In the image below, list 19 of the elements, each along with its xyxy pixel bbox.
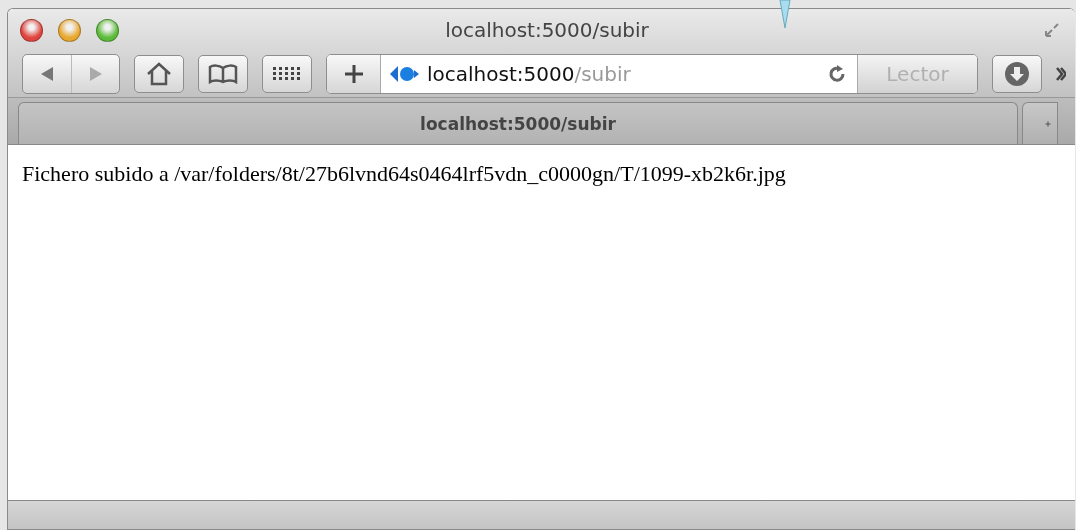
browser-tab[interactable]: localhost:5000/subir [18,102,1018,144]
grid-icon [273,67,301,81]
pointer-icon [779,0,791,29]
back-icon [40,66,54,82]
overflow-icon [1056,66,1066,82]
minimize-button[interactable] [58,18,81,42]
close-button[interactable] [20,18,43,42]
home-icon [146,62,172,86]
download-icon [1004,61,1030,87]
top-sites-button[interactable] [262,55,312,93]
book-icon [208,64,238,84]
bookmarks-button[interactable] [198,55,248,93]
zoom-button[interactable] [96,18,119,42]
forward-icon [88,66,103,82]
fullscreen-icon [1045,23,1059,37]
window-title: localhost:5000/subir [444,18,650,42]
downloads-button[interactable] [992,55,1042,93]
upload-message: Fichero subido a /var/folders/8t/27b6lvnd64s0464lrf5vdn_c0000gn/T/1099-xb2k6r.jpg [22,161,787,187]
home-button[interactable] [134,55,184,93]
